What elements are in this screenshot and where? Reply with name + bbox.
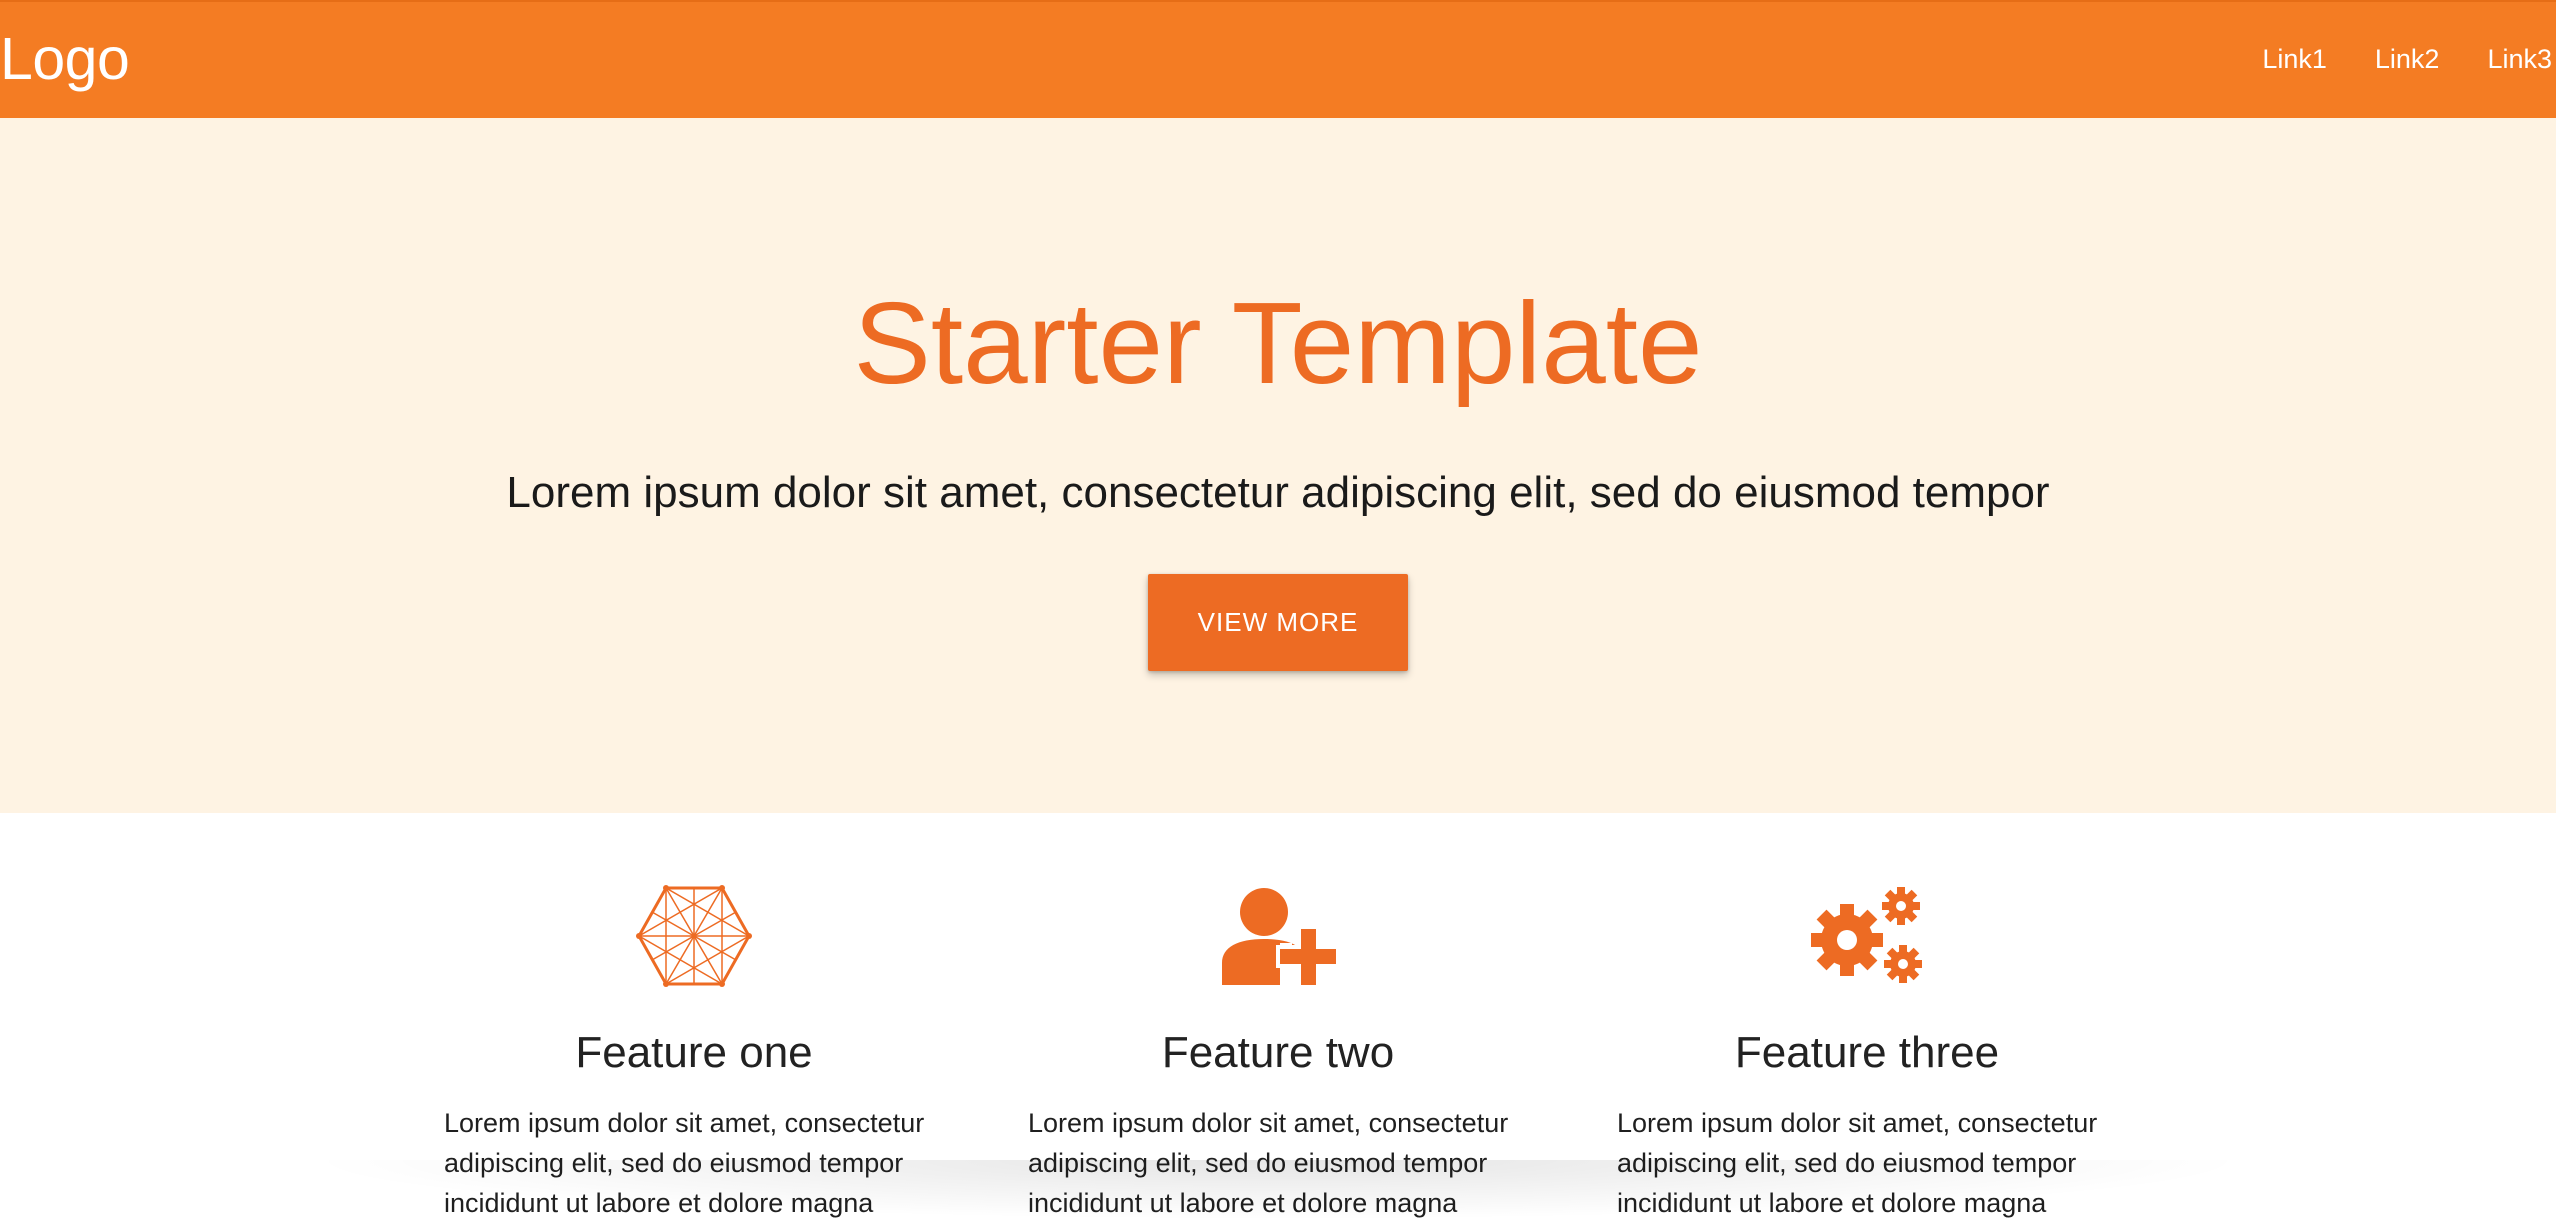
logo[interactable]: Logo [0,24,130,94]
hero-title: Starter Template [853,278,1703,408]
gears-icon [1811,887,1922,983]
feature-title: Feature two [1161,1028,1395,1077]
nav-links: Link1 Link2 Link3 [2238,39,2556,79]
features-section: Feature one Lorem ipsum dolor sit amet, … [0,813,2556,1218]
feature-description: Lorem ipsum dolor sit amet, consectetur … [444,1108,925,1218]
feature-title: Feature one [575,1028,813,1077]
nav-link-2[interactable]: Link2 [2351,39,2464,79]
hero-section: Starter Template Lorem ipsum dolor sit a… [0,118,2556,813]
nav-link-1[interactable]: Link1 [2238,39,2351,79]
view-more-button[interactable]: VIEW MORE [1148,574,1408,671]
feature-description: Lorem ipsum dolor sit amet, consectetur … [1617,1108,2098,1218]
network-hexagon-icon [636,885,752,987]
feature-title: Feature three [1734,1028,2000,1077]
hero-subtitle: Lorem ipsum dolor sit amet, consectetur … [506,468,2050,517]
top-navbar: Logo Link1 Link2 Link3 [0,0,2556,118]
add-user-icon [1222,888,1336,987]
feature-description: Lorem ipsum dolor sit amet, consectetur … [1028,1108,1509,1218]
nav-link-3[interactable]: Link3 [2463,39,2556,79]
